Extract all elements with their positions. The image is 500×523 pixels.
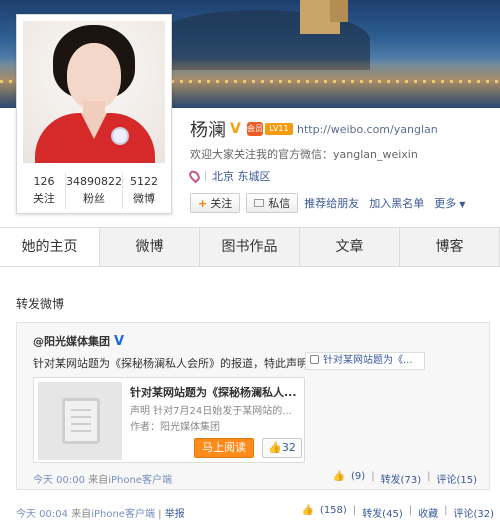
repost-card: @阳光媒体集团 V 针对某网站题为《探秘杨澜私人会所》的报道，特此声明: 针对某… [16, 322, 490, 490]
via-label: 来自 [88, 475, 109, 486]
profile-name: 杨澜 [190, 120, 226, 141]
post-comment-link[interactable]: 评论(32) [453, 505, 494, 520]
recommend-link[interactable]: 推荐给朋友 [304, 195, 359, 211]
envelope-icon [254, 199, 265, 207]
thumbs-up-icon: 👍 [268, 441, 282, 454]
tab-articles[interactable]: 文章 [300, 228, 400, 266]
caret-down-icon: ▼ [459, 200, 466, 209]
thumbs-up-icon: 👍 [301, 505, 314, 516]
divider: | [427, 471, 431, 482]
divider: | [158, 509, 162, 520]
divider: | [371, 471, 375, 482]
stat-following-label: 关注 [33, 192, 55, 205]
blacklist-link[interactable]: 加入黑名单 [369, 195, 424, 211]
client-link[interactable]: iPhone客户端 [108, 475, 172, 486]
repost-actions: 👍 (9) | 转发(73) | 评论(15) [321, 471, 477, 486]
location-pin-icon [187, 168, 202, 184]
verified-v-icon[interactable]: V [230, 122, 244, 136]
via-label: 来自 [71, 509, 92, 520]
document-icon [62, 398, 100, 444]
stat-followers-count: 34890822 [66, 175, 122, 188]
tab-weibo[interactable]: 微博 [100, 228, 200, 266]
stat-posts-count: 5122 [130, 175, 158, 188]
repost-comment-link[interactable]: 评论(15) [436, 471, 477, 486]
url-chip-label: 针对某网站题为《... [323, 355, 413, 366]
follow-label: 关注 [210, 197, 233, 210]
divider: | [408, 505, 413, 516]
plus-icon: + [198, 196, 208, 210]
divider [205, 171, 206, 181]
thumbs-up-icon: 👍 [332, 471, 346, 482]
repost-like-button[interactable]: 👍 (9) [327, 471, 366, 486]
article-thumbnail [38, 382, 122, 460]
repost-source: @阳光媒体集团 V [33, 333, 124, 349]
level-badge[interactable]: LV11 [265, 123, 293, 135]
post-time-link[interactable]: 今天 00:04 [16, 509, 68, 520]
article-like-count: 32 [281, 441, 296, 454]
location-row: 北京 东城区 [187, 168, 271, 184]
tab-blog[interactable]: 博客 [400, 228, 500, 266]
message-label: 私信 [268, 197, 291, 210]
divider: | [444, 505, 448, 516]
profile-bio: 欢迎大家关注我的官方微信：yanglan_weixin [190, 148, 418, 161]
post-like-button[interactable]: 👍 (158) [295, 505, 346, 520]
post-like-count: (158) [319, 505, 347, 516]
profile-page: 126 关注 34890822 粉丝 5122 微博 杨澜 V 会员 LV11 … [0, 0, 500, 523]
article-card[interactable]: 针对某网站题为《探秘杨澜私人... 声明 针对7月24日始发于某网站的... 作… [33, 377, 305, 463]
more-label: 更多 [434, 197, 457, 210]
article-title[interactable]: 针对某网站题为《探秘杨澜私人... [130, 384, 302, 400]
avatar-card: 126 关注 34890822 粉丝 5122 微博 [16, 14, 172, 214]
article-desc: 声明 针对7月24日始发于某网站的... [130, 406, 292, 417]
vip-icon[interactable]: 会员 [247, 122, 263, 136]
repost-time-link[interactable]: 今天 00:00 [33, 475, 85, 486]
stat-followers[interactable]: 34890822 粉丝 [66, 173, 123, 209]
follow-button[interactable]: + 关注 [190, 193, 241, 213]
repost-meta: 今天 00:00 来自iPhone客户端 [33, 471, 172, 486]
repost-forward-link[interactable]: 转发(73) [381, 471, 422, 486]
article-author: 作者：阳光媒体集团 [130, 422, 220, 433]
link-icon [310, 355, 319, 364]
post-favorite-link[interactable]: 收藏 [418, 505, 438, 520]
divider: | [352, 505, 357, 516]
article-like-button[interactable]: 👍32 [262, 438, 302, 458]
profile-url-link[interactable]: http://weibo.com/yanglan [297, 123, 438, 136]
section-title: 转发微博 [16, 297, 65, 311]
stat-followers-label: 粉丝 [83, 192, 105, 205]
profile-actions: + 关注 私信 推荐给朋友 加入黑名单 更多 ▼ [190, 193, 475, 213]
stat-posts-label: 微博 [133, 192, 155, 205]
profile-name-row: 杨澜 V 会员 LV11 http://weibo.com/yanglan [190, 117, 438, 141]
post-forward-link[interactable]: 转发(45) [362, 505, 403, 520]
stat-following[interactable]: 126 关注 [23, 173, 66, 209]
repost-like-count: (9) [351, 471, 366, 482]
cover-tower [330, 0, 348, 22]
source-link[interactable]: @阳光媒体集团 [33, 333, 110, 349]
location-link[interactable]: 北京 东城区 [212, 168, 271, 184]
post-actions: 👍 (158) | 转发(45) | 收藏 | 评论(32) [289, 505, 494, 520]
brooch-icon [113, 129, 127, 143]
verified-v-icon: V [114, 333, 125, 349]
client-link[interactable]: iPhone客户端 [91, 509, 155, 520]
post-meta: 今天 00:04 来自iPhone客户端 | 举报 [16, 505, 185, 520]
url-chip-link[interactable]: 针对某网站题为《... [305, 352, 425, 370]
stat-posts[interactable]: 5122 微博 [123, 173, 165, 209]
tab-books[interactable]: 图书作品 [200, 228, 300, 266]
message-button[interactable]: 私信 [246, 193, 299, 213]
stat-following-count: 126 [33, 175, 55, 188]
repost-text: 针对某网站题为《探秘杨澜私人会所》的报道，特此声明: [33, 357, 312, 370]
profile-tabs: 她的主页 微博 图书作品 文章 博客 [0, 227, 500, 267]
more-menu[interactable]: 更多 ▼ [434, 195, 465, 211]
avatar[interactable] [23, 21, 165, 163]
report-link[interactable]: 举报 [165, 509, 185, 520]
tab-home[interactable]: 她的主页 [0, 228, 100, 266]
profile-stats: 126 关注 34890822 粉丝 5122 微博 [23, 173, 165, 209]
read-now-button[interactable]: 马上阅读 [194, 438, 254, 458]
